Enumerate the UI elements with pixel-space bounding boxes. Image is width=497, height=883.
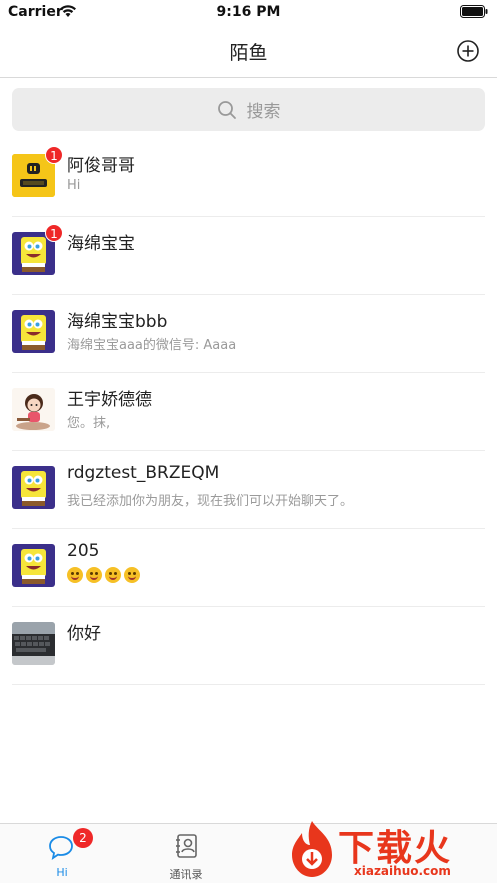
- flame-logo-icon: [292, 821, 332, 877]
- avatar: [12, 466, 55, 509]
- unread-badge: 1: [45, 224, 63, 242]
- keyboard-photo-icon: [12, 622, 55, 665]
- contact-name: 海绵宝宝: [67, 234, 135, 254]
- contact-name: 205: [67, 541, 100, 561]
- spongebob-icon: [12, 466, 55, 509]
- avatar: [12, 622, 55, 665]
- contacts-icon: [176, 834, 197, 858]
- search-placeholder: 搜索: [246, 102, 281, 122]
- kiss-emoji-icon: [86, 567, 102, 583]
- tab-contacts[interactable]: 通讯录: [124, 824, 248, 883]
- conversation-item[interactable]: 海绵宝宝bbb 海绵宝宝aaa的微信号: Aaaa: [0, 295, 497, 373]
- message-preview: 海绵宝宝aaa的微信号: Aaaa: [67, 338, 237, 353]
- contact-name: rdgztest_BRZEQM: [67, 463, 220, 483]
- divider: [12, 684, 485, 685]
- chat-list-screen: Carrier 9:16 PM 陌鱼 搜索 1 阿俊哥哥 Hi 1 海绵宝宝 海…: [0, 0, 497, 883]
- battery-icon: [460, 5, 488, 18]
- contact-name: 你好: [67, 624, 101, 644]
- sweat-smile-emoji-icon: [105, 567, 121, 583]
- chat-bubble-icon: [49, 836, 73, 860]
- sweat-smile-emoji-icon: [124, 567, 140, 583]
- spongebob-icon: [12, 310, 55, 353]
- conversation-item[interactable]: 1 阿俊哥哥 Hi: [0, 139, 497, 217]
- kiss-emoji-icon: [67, 567, 83, 583]
- navigation-bar: 陌鱼: [0, 26, 497, 78]
- page-title: 陌鱼: [229, 42, 268, 64]
- conversation-item[interactable]: 205: [0, 529, 497, 607]
- clock: 9:16 PM: [216, 4, 281, 20]
- tab-badge: 2: [73, 828, 93, 848]
- search-bar[interactable]: 搜索: [12, 88, 485, 131]
- tab-label: 通讯录: [169, 868, 203, 881]
- search-icon: [217, 100, 236, 119]
- avatar: [12, 388, 55, 431]
- tab-label: Hi: [56, 866, 68, 879]
- message-preview-emojis: [67, 567, 140, 583]
- cartoon-girl-icon: [12, 388, 55, 431]
- add-circle-icon[interactable]: [456, 39, 480, 63]
- conversation-item[interactable]: 你好: [0, 607, 497, 685]
- unread-badge: 1: [45, 146, 63, 164]
- status-bar: Carrier 9:16 PM: [0, 0, 497, 26]
- spongebob-icon: [12, 544, 55, 587]
- contact-name: 王宇娇德德: [67, 390, 152, 410]
- tab-hi[interactable]: 2 Hi: [0, 824, 124, 883]
- watermark-subtext: xiazaihuo.com: [354, 864, 451, 878]
- message-preview: 我已经添加你为朋友，现在我们可以开始聊天了。: [67, 494, 354, 509]
- contact-name: 海绵宝宝bbb: [67, 312, 168, 332]
- conversation-list: 1 阿俊哥哥 Hi 1 海绵宝宝 海绵宝宝bbb 海绵宝宝aaa的微信号: Aa…: [0, 139, 497, 685]
- avatar: [12, 544, 55, 587]
- message-preview: Hi: [67, 178, 81, 193]
- watermark: 下载火 xiazaihuo.com: [288, 817, 493, 883]
- avatar: [12, 310, 55, 353]
- message-preview: 您。抹,: [67, 416, 111, 431]
- conversation-item[interactable]: 王宇娇德德 您。抹,: [0, 373, 497, 451]
- conversation-item[interactable]: rdgztest_BRZEQM 我已经添加你为朋友，现在我们可以开始聊天了。: [0, 451, 497, 529]
- contact-name: 阿俊哥哥: [67, 156, 135, 176]
- conversation-item[interactable]: 1 海绵宝宝: [0, 217, 497, 295]
